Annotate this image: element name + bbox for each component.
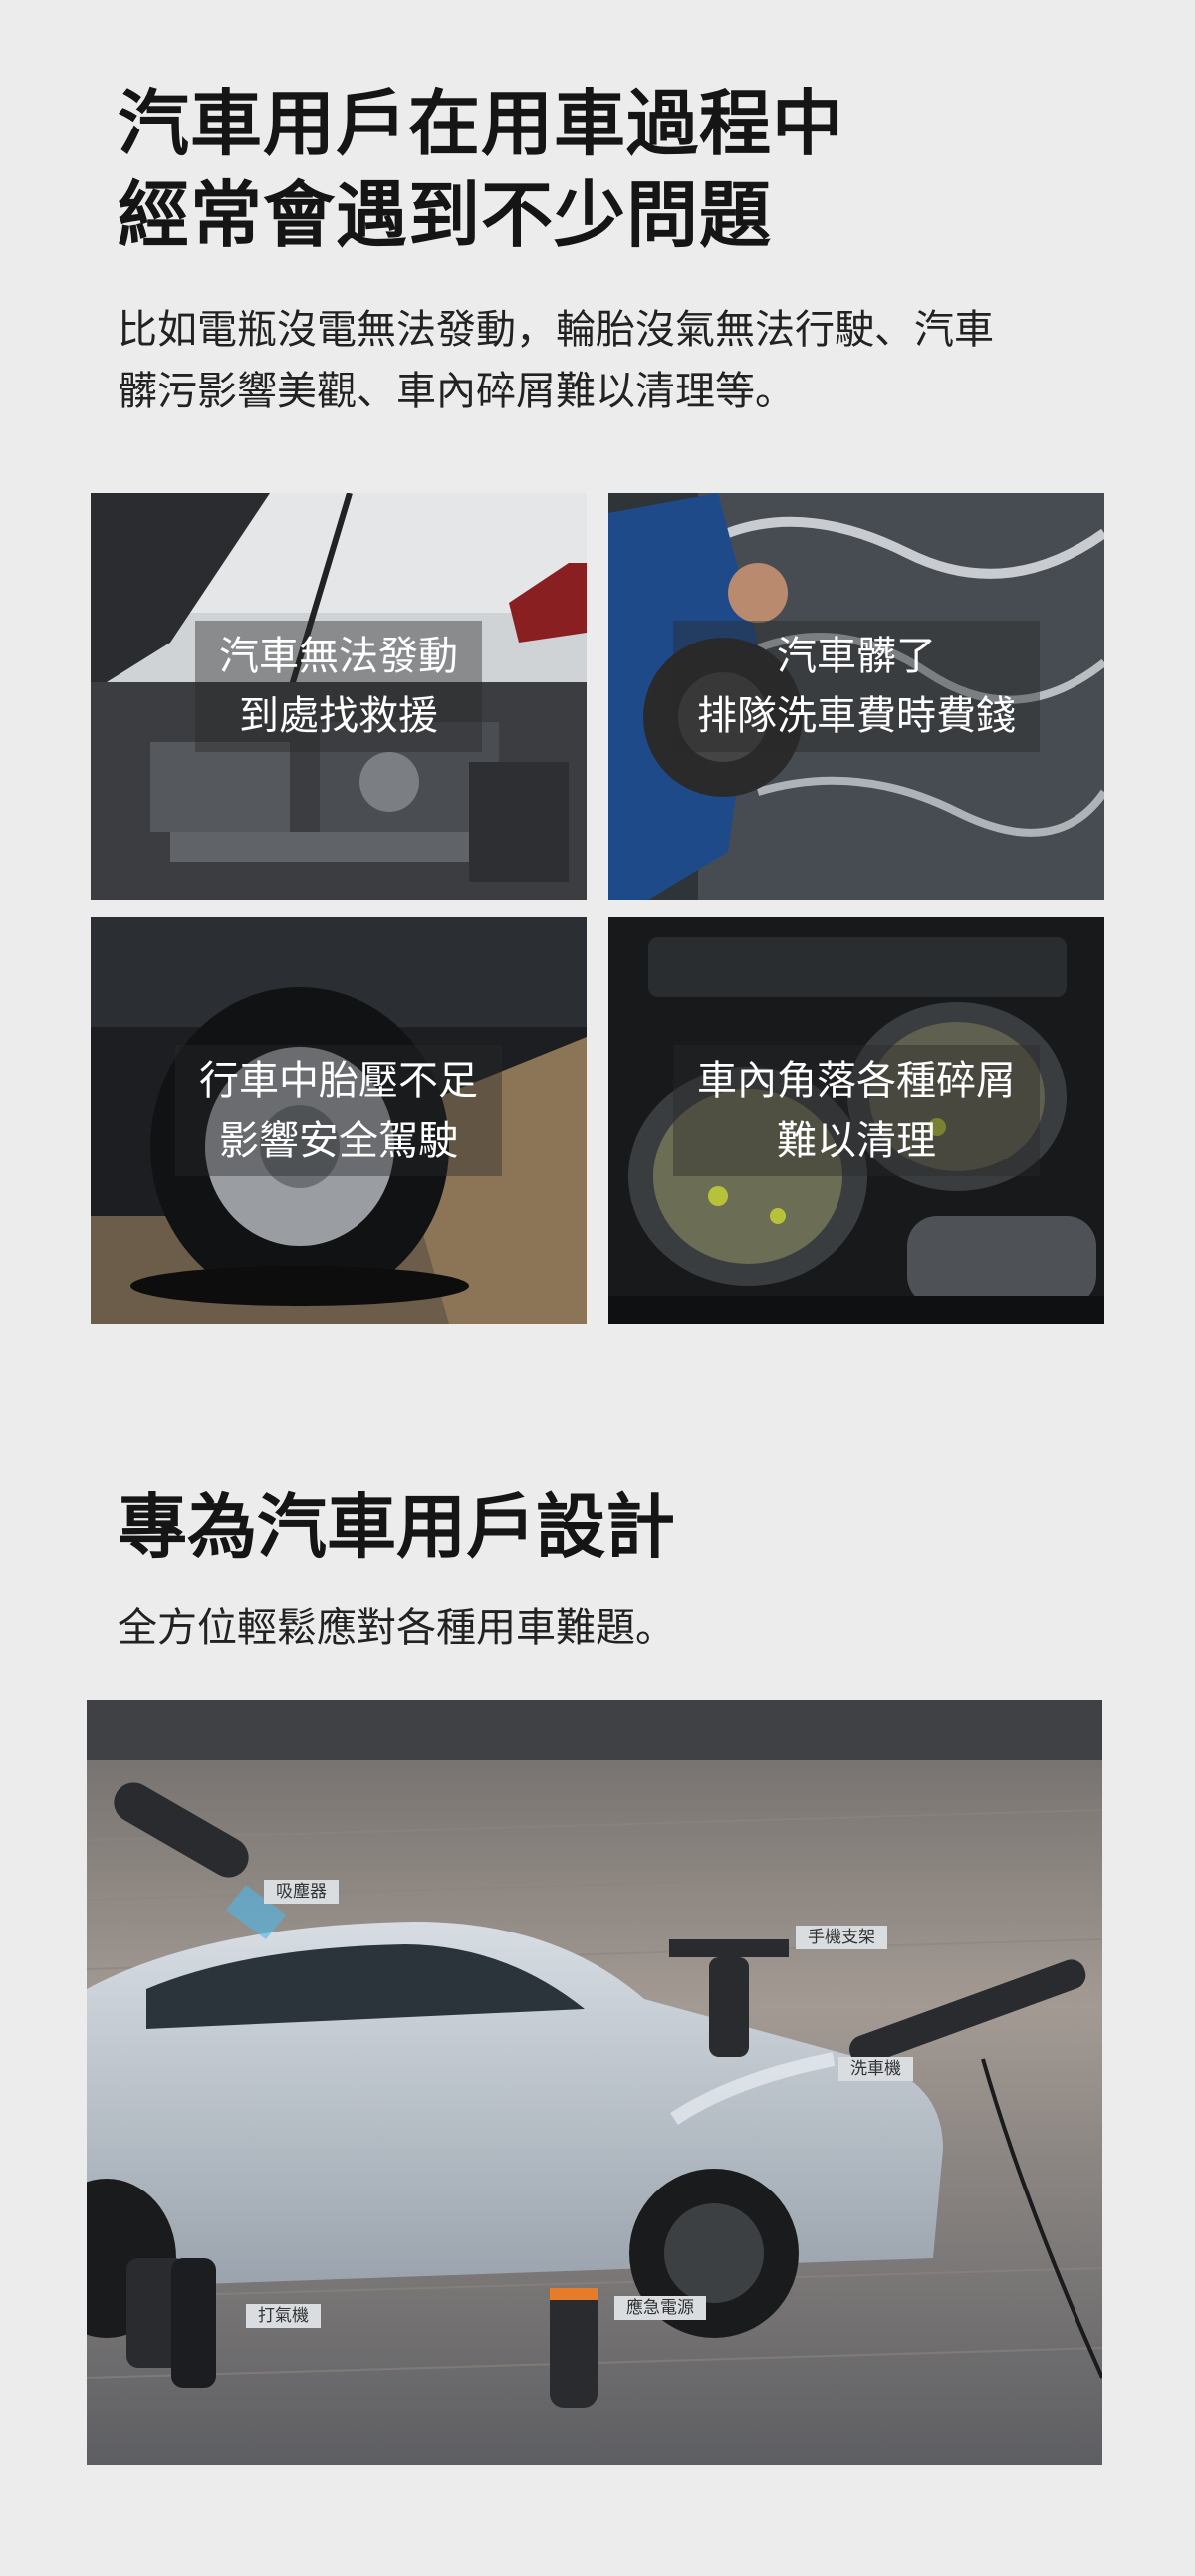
section1-desc-line-2: 髒污影響美觀、車內碎屑難以清理等。 bbox=[118, 369, 795, 414]
label-washer: 洗車機 bbox=[838, 2057, 913, 2081]
tile-caption: 行車中胎壓不足 影響安全駕駛 bbox=[175, 1045, 502, 1176]
label-inflator: 打氣機 bbox=[246, 2304, 321, 2328]
section1-description: 比如電瓶沒電無法發動，輪胎沒氣無法行駛、汽車 髒污影響美觀、車內碎屑難以清理等。 bbox=[118, 299, 1093, 422]
caption-line-2: 排隊洗車費時費錢 bbox=[697, 693, 1016, 739]
product-hero-image: 吸塵器 手機支架 洗車機 打氣機 應急電源 bbox=[87, 1700, 1102, 2465]
tile-caption: 汽車髒了 排隊洗車費時費錢 bbox=[673, 621, 1040, 752]
problem-tile-engine: 汽車無法發動 到處找救援 bbox=[91, 493, 587, 900]
caption-line-2: 到處找救援 bbox=[239, 693, 438, 739]
tile-caption: 汽車無法發動 到處找救援 bbox=[195, 621, 482, 752]
caption-line-2: 影響安全駕駛 bbox=[219, 1118, 458, 1163]
caption-line-1: 汽車髒了 bbox=[777, 634, 936, 679]
section1-title: 汽車用戶在用車過程中 經常會遇到不少問題 bbox=[118, 78, 1113, 261]
problem-tile-dirty-car: 汽車髒了 排隊洗車費時費錢 bbox=[608, 493, 1104, 900]
label-vacuum: 吸塵器 bbox=[264, 1880, 339, 1904]
problem-tile-interior: 車內角落各種碎屑 難以清理 bbox=[608, 917, 1104, 1324]
section1-title-line-2: 經常會遇到不少問題 bbox=[118, 173, 773, 257]
section1-desc-line-1: 比如電瓶沒電無法發動，輪胎沒氣無法行駛、汽車 bbox=[118, 307, 994, 353]
tile-caption: 車內角落各種碎屑 難以清理 bbox=[673, 1045, 1040, 1176]
section2-title: 專為汽車用戶設計 bbox=[118, 1486, 675, 1568]
problem-tile-flat-tire: 行車中胎壓不足 影響安全駕駛 bbox=[91, 917, 587, 1324]
section1-title-line-1: 汽車用戶在用車過程中 bbox=[118, 82, 845, 165]
caption-line-1: 行車中胎壓不足 bbox=[199, 1058, 478, 1104]
label-phone-holder: 手機支架 bbox=[796, 1926, 887, 1949]
section2-description: 全方位輕鬆應對各種用車難題。 bbox=[118, 1605, 675, 1651]
caption-line-1: 車內角落各種碎屑 bbox=[697, 1058, 1016, 1104]
caption-line-1: 汽車無法發動 bbox=[219, 634, 458, 679]
car-with-tools-image bbox=[87, 1700, 1102, 2465]
caption-line-2: 難以清理 bbox=[777, 1118, 936, 1163]
label-jump-starter: 應急電源 bbox=[614, 2296, 706, 2320]
